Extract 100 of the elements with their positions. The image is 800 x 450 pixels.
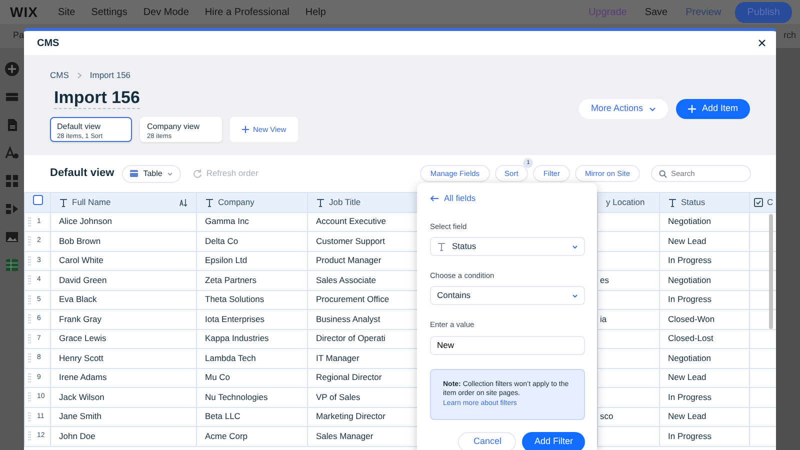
back-arrow-icon: [430, 194, 439, 202]
add-filter-button[interactable]: Add Filter: [522, 432, 585, 450]
table-cell: Beta LLC: [205, 411, 240, 422]
more-actions-button[interactable]: More Actions: [578, 99, 668, 119]
chevron-down-icon: [572, 244, 578, 248]
table-cell: New Lead: [668, 411, 706, 422]
table-cell: Product Manager: [316, 255, 382, 266]
menu-item[interactable]: Help: [305, 4, 326, 20]
table-cell: ia: [600, 314, 607, 324]
table-cell: Carol White: [59, 255, 104, 266]
checkbox-field-icon: [754, 198, 763, 207]
menu-item[interactable]: Hire a Professional: [204, 4, 290, 20]
table-cell: es: [600, 274, 609, 285]
table-cell: Director of Operati: [316, 333, 386, 344]
table-cell: Jane Smith: [59, 411, 102, 422]
table-cell: Frank Gray: [59, 314, 102, 324]
apps-grid-icon[interactable]: [4, 173, 20, 189]
text-field-icon: [59, 198, 68, 207]
menu-item[interactable]: Dev Mode: [143, 4, 189, 20]
table-cell: Alice Johnson: [59, 216, 112, 226]
drag-handle-icon[interactable]: [28, 294, 31, 305]
table-cell: IT Manager: [316, 352, 360, 363]
chevron-down-icon: [572, 294, 578, 298]
condition-dropdown[interactable]: Contains: [430, 286, 585, 306]
column-header[interactable]: Full Name: [72, 196, 111, 209]
drag-handle-icon[interactable]: [28, 431, 31, 442]
text-field-icon: [437, 242, 446, 251]
add-item-button[interactable]: Add Item: [676, 99, 750, 119]
table-cell: Zeta Partners: [205, 274, 256, 285]
table-cell: In Progress: [668, 430, 712, 441]
column-header[interactable]: C: [767, 196, 774, 209]
table-cell: Eva Black: [59, 294, 97, 304]
table-cell: New Lead: [668, 236, 706, 246]
table-cell: Bob Brown: [59, 236, 101, 246]
text-field-icon: [205, 198, 214, 207]
refresh-order-label: Refresh order: [206, 167, 258, 180]
text-field-icon: [316, 198, 325, 207]
field-dropdown[interactable]: Status: [430, 237, 585, 256]
drag-handle-icon[interactable]: [28, 236, 31, 246]
table-cell: Marketing Director: [316, 411, 386, 422]
sort-icon[interactable]: [179, 198, 188, 207]
breadcrumb-current: Import 156: [90, 69, 131, 82]
table-cell: In Progress: [668, 392, 712, 402]
drag-handle-icon[interactable]: [28, 372, 31, 383]
table-cell: VP of Sales: [316, 392, 360, 402]
drag-handle-icon[interactable]: [28, 314, 31, 324]
table-cell: Kappa Industries: [205, 333, 269, 344]
cancel-button[interactable]: Cancel: [458, 432, 516, 450]
table-cell: Regional Director: [316, 372, 382, 382]
collection-title[interactable]: Import 156: [54, 88, 140, 110]
table-cell: Sales Associate: [316, 274, 376, 285]
value-input-field[interactable]: New: [430, 336, 585, 354]
table-cell: Business Analyst: [316, 314, 380, 324]
wix-logo[interactable]: WIX: [10, 2, 38, 22]
table-cell: New Lead: [668, 372, 706, 382]
table-cell: sco: [600, 411, 614, 422]
table-cell: Iota Enterprises: [205, 314, 265, 324]
table-cell: David Green: [59, 274, 107, 285]
table-cell: Account Executive: [316, 216, 386, 226]
drag-handle-icon[interactable]: [28, 216, 31, 227]
drag-handle-icon[interactable]: [28, 412, 31, 422]
view-title: Default view: [50, 166, 114, 182]
scrollbar[interactable]: [769, 214, 773, 329]
select-all-checkbox[interactable]: [33, 195, 43, 206]
image-icon[interactable]: [4, 229, 20, 245]
table-cell: Closed-Won: [668, 314, 715, 324]
table-cell: Customer Support: [316, 236, 385, 246]
drag-handle-icon[interactable]: [28, 334, 31, 344]
table-cell: Theta Solutions: [205, 294, 264, 304]
table-cell: Negotiation: [668, 216, 712, 226]
layout-dropdown[interactable]: Table: [122, 164, 182, 182]
theme-icon[interactable]: [4, 145, 20, 161]
search-icon: [659, 170, 667, 178]
column-header[interactable]: Status: [681, 196, 706, 209]
save-link[interactable]: Save: [644, 4, 668, 20]
toolbar-label[interactable]: rch: [783, 29, 796, 43]
chevron-right-icon: [76, 72, 82, 79]
breadcrumb-link[interactable]: CMS: [50, 69, 69, 82]
table-cell: Henry Scott: [59, 352, 104, 363]
add-icon[interactable]: [4, 61, 20, 77]
table-cell: Procurement Office: [316, 294, 390, 304]
table-cell: Negotiation: [668, 274, 712, 285]
drag-handle-icon[interactable]: [28, 275, 31, 286]
menu-item[interactable]: Settings: [91, 4, 128, 20]
table-cell: Delta Co: [205, 236, 238, 246]
plus-icon: [688, 105, 696, 113]
table-icon[interactable]: [4, 257, 20, 273]
drag-handle-icon[interactable]: [28, 392, 31, 402]
plus-icon: [242, 126, 249, 134]
drag-handle-icon[interactable]: [28, 256, 31, 266]
table-cell: Grace Lewis: [59, 333, 106, 344]
toolbar-label[interactable]: Pa: [13, 29, 24, 43]
close-icon[interactable]: [758, 39, 766, 47]
text-field-icon: [668, 198, 677, 207]
table-cell: Negotiation: [668, 352, 712, 363]
drag-handle-icon[interactable]: [28, 353, 31, 364]
table-cell: Jack Wilson: [59, 392, 104, 402]
chevron-down-icon: [167, 172, 174, 176]
menu-item[interactable]: Site: [58, 4, 76, 20]
table-cell: Closed-Lost: [668, 333, 714, 344]
